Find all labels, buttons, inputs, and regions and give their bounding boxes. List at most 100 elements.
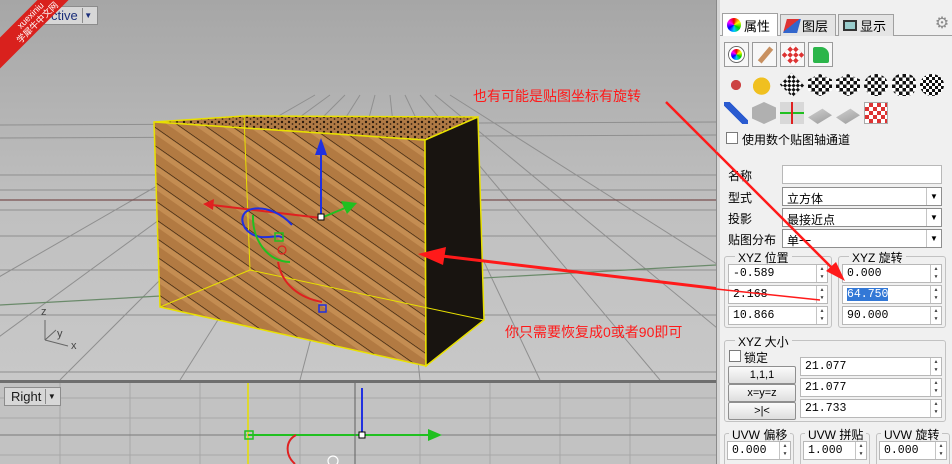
properties-panel: 属性 图层 显示 ⚙ 使用数个贴图轴通道 名称 型式 立方体 ▼ 投影 最接近点… (720, 0, 952, 464)
uvw-offset-input[interactable]: 0.000 ▲ ▼ (727, 441, 791, 460)
lock-label: 锁定 (744, 351, 769, 365)
spinner-icon[interactable]: ▲ ▼ (930, 379, 941, 396)
rotation-z-input[interactable]: 90.000 ▲ ▼ (842, 306, 942, 325)
spinner-icon[interactable]: ▲ ▼ (930, 400, 941, 417)
position-y-input[interactable]: 2.168 ▲ ▼ (728, 285, 828, 304)
chevron-down-icon: ▼ (926, 188, 941, 205)
brush-icon (757, 46, 774, 64)
right-scene (0, 383, 716, 464)
duck-tool-icon[interactable] (752, 74, 776, 96)
size-x-value: 21.077 (805, 360, 847, 373)
sphere-map-icon[interactable] (864, 74, 888, 96)
chevron-down-icon[interactable]: ▼ (81, 8, 94, 23)
axis-y-label: y (57, 328, 63, 340)
surface-map-2-icon[interactable] (836, 108, 860, 124)
spinner-icon[interactable]: ▲ ▼ (816, 286, 827, 303)
size-y-value: 21.077 (805, 381, 847, 394)
paint-brush-icon[interactable] (724, 102, 748, 124)
size-z-input[interactable]: 21.733 ▲ ▼ (800, 399, 942, 418)
lock-checkbox[interactable] (729, 350, 741, 362)
tab-label: 显示 (860, 19, 887, 34)
color-wheel-icon (729, 47, 744, 62)
planar-map-icon[interactable] (779, 72, 805, 98)
tab-label: 图层 (802, 19, 829, 34)
uvw-rotate-value: 0.000 (884, 444, 919, 457)
axis-box-icon[interactable] (780, 102, 804, 124)
multi-channel-label: 使用数个贴图轴通道 (742, 133, 851, 147)
size-z-value: 21.733 (805, 402, 847, 415)
uvw-tile-input[interactable]: 1.000 ▲ ▼ (803, 441, 867, 460)
name-label: 名称 (728, 169, 753, 183)
flip-size-button[interactable]: >|< (728, 402, 796, 420)
chevron-down-icon: ▼ (926, 230, 941, 247)
red-checker-icon[interactable] (864, 102, 888, 124)
axis-x-label: x (71, 340, 77, 352)
uniform-111-button[interactable]: 1,1,1 (728, 366, 796, 384)
distribution-value: 单一 (787, 234, 812, 248)
decal-icon (781, 43, 805, 67)
tab-layers[interactable]: 图层 (780, 14, 836, 36)
right-viewport[interactable]: Right ▼ (0, 383, 716, 464)
spinner-icon[interactable]: ▲ ▼ (930, 265, 941, 282)
texture-mapping-button[interactable] (752, 42, 777, 67)
uvw-rotate-input[interactable]: 0.000 ▲ ▼ (879, 441, 947, 460)
tab-display[interactable]: 显示 (838, 14, 894, 36)
spinner-icon[interactable]: ▲ ▼ (930, 286, 941, 303)
spinner-icon[interactable]: ▲ ▼ (779, 442, 790, 459)
position-x-input[interactable]: -0.589 ▲ ▼ (728, 264, 828, 283)
spinner-icon[interactable]: ▲ ▼ (855, 442, 866, 459)
xyz-size-title: XYZ 大小 (735, 333, 792, 350)
chevron-down-icon: ▼ (926, 209, 941, 226)
annotation-mapping-rotation: 也有可能是贴图坐标有旋转 (473, 88, 641, 104)
spinner-icon[interactable]: ▲ ▼ (816, 307, 827, 324)
projection-select[interactable]: 最接近点 ▼ (782, 208, 942, 227)
cube-map-icon[interactable] (836, 74, 860, 96)
perspective-viewport[interactable]: z y x ctive ▼ 也有可能是贴图坐标有旋转 你只需要恢复成0或者90即… (0, 0, 716, 380)
display-icon (843, 20, 857, 31)
rotation-y-input[interactable]: 64.750 ▲ ▼ (842, 285, 942, 304)
properties-icon (727, 18, 741, 32)
cylinder-map-icon[interactable] (892, 74, 916, 96)
type-value: 立方体 (787, 192, 824, 206)
rotation-x-input[interactable]: 0.000 ▲ ▼ (842, 264, 942, 283)
spinner-icon[interactable]: ▲ ▼ (930, 307, 941, 324)
layers-icon (783, 18, 801, 33)
gear-icon[interactable]: ⚙ (934, 16, 950, 32)
name-field[interactable] (782, 165, 942, 184)
size-y-input[interactable]: 21.077 ▲ ▼ (800, 378, 942, 397)
decal-button[interactable] (780, 42, 805, 67)
tab-label: 属性 (744, 18, 771, 34)
equal-xyz-button[interactable]: x=y=z (728, 384, 796, 402)
material-button[interactable] (724, 42, 749, 67)
chevron-down-icon[interactable]: ▼ (45, 389, 57, 404)
viewport-title: Right (11, 389, 42, 404)
distribution-label: 贴图分布 (728, 233, 777, 247)
projection-label: 投影 (728, 212, 753, 226)
type-label: 型式 (728, 191, 753, 205)
tab-properties[interactable]: 属性 (722, 13, 778, 36)
shape-button[interactable] (808, 42, 833, 67)
spinner-icon[interactable]: ▲ ▼ (930, 358, 941, 375)
annotation-restore-hint: 你只需要恢复成0或者90即可 (505, 324, 683, 340)
position-y-value: 2.168 (733, 288, 768, 301)
position-z-value: 10.866 (733, 309, 775, 322)
spinner-icon[interactable]: ▲ ▼ (935, 442, 946, 459)
position-x-value: -0.589 (733, 267, 775, 280)
box-map-icon[interactable] (808, 74, 832, 96)
gray-box-icon[interactable] (752, 102, 776, 124)
right-viewport-tab[interactable]: Right ▼ (4, 387, 62, 406)
panel-tabs: 属性 图层 显示 (720, 12, 952, 36)
rotation-y-value: 64.750 (847, 288, 889, 301)
position-z-input[interactable]: 10.866 ▲ ▼ (728, 306, 828, 325)
unwrap-tool-icon[interactable] (724, 74, 748, 96)
distribution-select[interactable]: 单一 ▼ (782, 229, 942, 248)
capped-map-icon[interactable] (920, 74, 944, 96)
green-shape-icon (813, 47, 829, 63)
multi-channel-checkbox[interactable] (726, 132, 738, 144)
size-x-input[interactable]: 21.077 ▲ ▼ (800, 357, 942, 376)
spinner-icon[interactable]: ▲ ▼ (816, 265, 827, 282)
rotation-z-value: 90.000 (847, 309, 889, 322)
type-select[interactable]: 立方体 ▼ (782, 187, 942, 206)
surface-map-icon[interactable] (808, 108, 832, 124)
rotation-x-value: 0.000 (847, 267, 882, 280)
